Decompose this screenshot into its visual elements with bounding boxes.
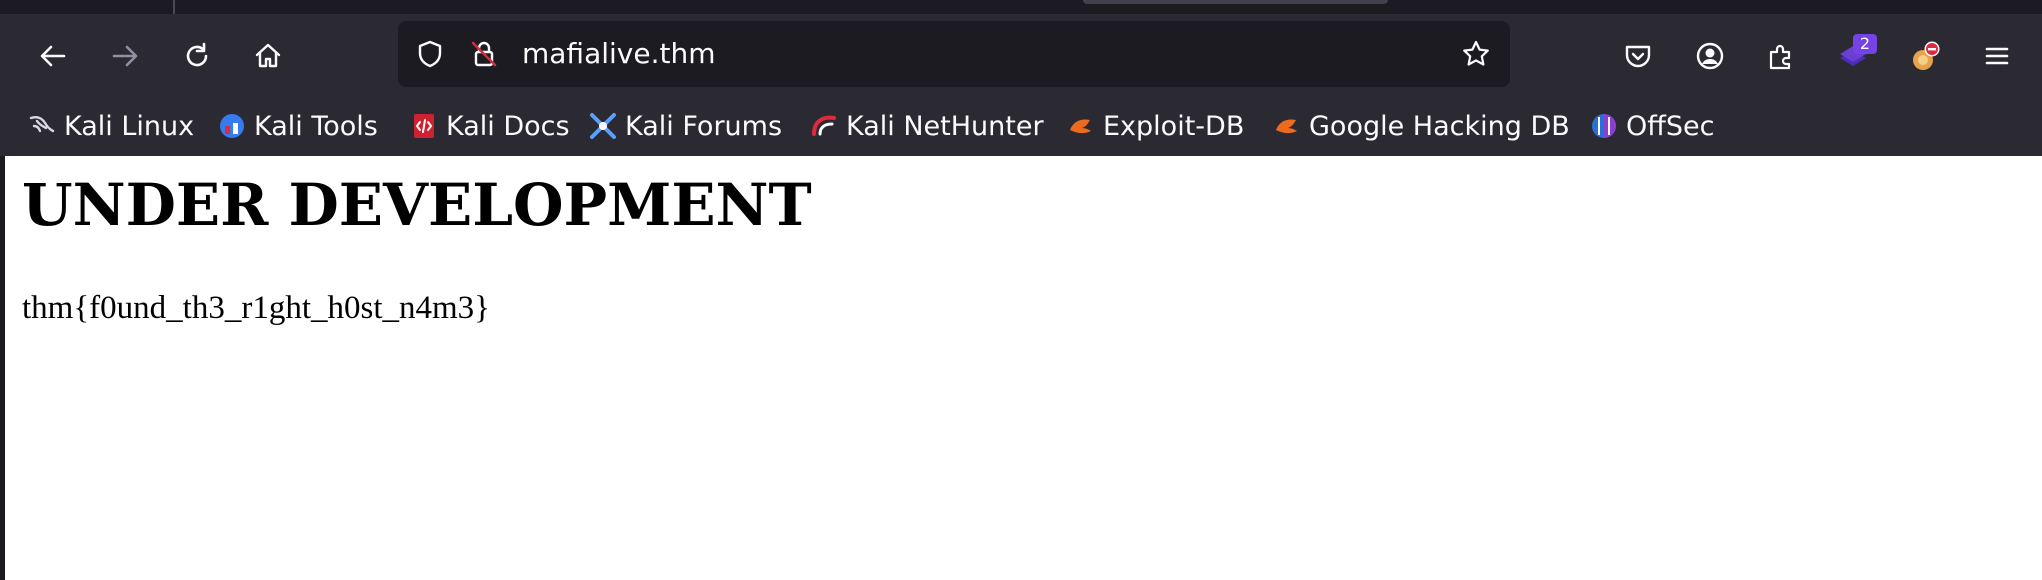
home-button[interactable] <box>248 36 288 76</box>
tab-strip <box>0 0 2042 14</box>
arrow-left-icon <box>40 45 66 67</box>
offsec-icon <box>1592 114 1616 138</box>
bookmark-kali-nethunter[interactable]: Kali NetHunter <box>810 108 1044 144</box>
blocked-extension-icon <box>1913 41 1940 70</box>
kali-docs-icon <box>414 114 434 138</box>
forward-button[interactable] <box>105 36 145 76</box>
url-bar[interactable]: mafialive.thm <box>398 21 1510 87</box>
reload-icon <box>186 42 208 67</box>
bookmark-label: Kali Forums <box>625 110 783 142</box>
navigation-toolbar: mafialive.thm 2 <box>0 14 2042 96</box>
extension-badge: 2 <box>1853 34 1877 54</box>
page-heading: UNDER DEVELOPMENT <box>22 171 812 239</box>
bookmark-google-hacking-db[interactable]: Google Hacking DB <box>1273 108 1570 144</box>
page-content: UNDER DEVELOPMENT thm{f0und_th3_r1ght_h0… <box>5 156 2042 580</box>
bookmark-label: Kali NetHunter <box>846 110 1044 142</box>
back-button[interactable] <box>33 36 73 76</box>
exploit-db-icon <box>1070 119 1091 134</box>
browser-chrome: mafialive.thm 2 Kali Linux Kali Tools Ka… <box>0 0 2042 156</box>
bookmarks-toolbar: Kali Linux Kali Tools Kali Docs Kali For… <box>0 96 2042 156</box>
app-menu-button[interactable] <box>1977 36 2017 76</box>
reload-button[interactable] <box>177 36 217 76</box>
kali-tools-icon <box>220 114 244 138</box>
bookmark-label: Kali Docs <box>446 110 570 142</box>
bookmark-label: Exploit-DB <box>1103 110 1245 142</box>
kali-dragon-icon <box>29 116 55 133</box>
bookmark-star-icon[interactable] <box>1460 38 1492 70</box>
kali-nethunter-icon <box>812 115 836 136</box>
bookmark-label: Kali Tools <box>254 110 378 142</box>
url-text[interactable]: mafialive.thm <box>522 38 715 70</box>
flag-text: thm{f0und_th3_r1ght_h0st_n4m3} <box>22 290 491 326</box>
kali-forums-icon <box>590 113 616 139</box>
bookmark-label: Google Hacking DB <box>1309 110 1570 142</box>
bookmark-offsec[interactable]: OffSec <box>1590 108 1714 144</box>
insecure-lock-icon[interactable] <box>468 38 500 70</box>
bookmark-label: OffSec <box>1626 110 1715 142</box>
bookmark-label: Kali Linux <box>64 110 195 142</box>
pocket-button[interactable] <box>1618 36 1658 76</box>
tab-separator <box>173 0 175 14</box>
bookmark-kali-tools[interactable]: Kali Tools <box>218 108 378 144</box>
ghdb-icon <box>1276 119 1297 134</box>
puzzle-icon <box>1769 44 1791 70</box>
foxyproxy-extension-button[interactable]: 2 <box>1833 34 1877 76</box>
hamburger-menu-icon <box>1985 47 2009 65</box>
bookmark-kali-docs[interactable]: Kali Docs <box>410 108 570 144</box>
arrow-right-icon <box>112 45 138 67</box>
pocket-icon <box>1625 45 1651 68</box>
account-button[interactable] <box>1690 36 1730 76</box>
active-tab-edge[interactable] <box>1083 0 1388 4</box>
bookmark-kali-forums[interactable]: Kali Forums <box>589 108 782 144</box>
home-icon <box>255 43 281 68</box>
bookmark-kali-linux[interactable]: Kali Linux <box>28 108 194 144</box>
bookmark-exploit-db[interactable]: Exploit-DB <box>1067 108 1244 144</box>
shield-icon[interactable] <box>414 38 446 70</box>
extensions-button[interactable] <box>1761 36 1801 76</box>
account-icon <box>1696 42 1724 70</box>
ublock-extension-button[interactable] <box>1905 36 1945 76</box>
